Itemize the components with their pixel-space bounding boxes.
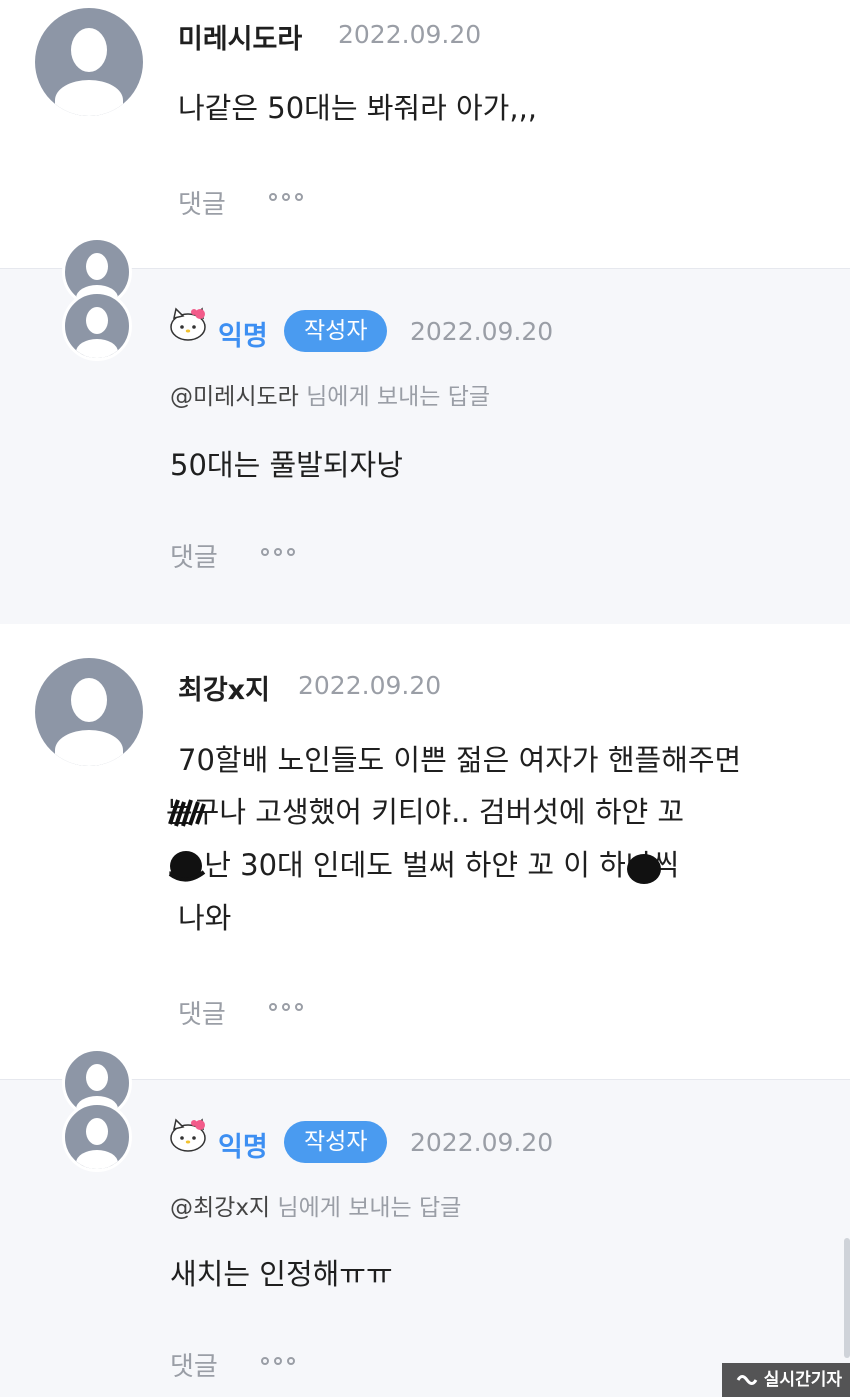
scrollbar[interactable] [844,1238,850,1358]
comment-item: 최강x지 2022.09.20 70할배 노인들도 이쁜 젊은 여자가 핸플해주… [0,624,850,1079]
comment-thread: 미레시도라 2022.09.20 나같은 50대는 봐줘라 아가,,, 댓글 익… [0,0,850,1397]
comment-author[interactable]: 익명 [218,1125,268,1164]
mention-suffix: 님에게 보내는 답글 [298,384,491,410]
comment-author[interactable]: 미레시도라 [178,17,302,56]
comment-text: 나같은 50대는 봐줘라 아가,,, [178,91,538,125]
mention-suffix: 님에게 보내는 답글 [270,1195,462,1221]
comment-date: 2022.09.20 [410,317,554,346]
reply-button[interactable]: 댓글 [178,184,226,221]
hello-kitty-icon [170,1118,206,1152]
mention-line: @최강x지 님에게 보내는 답글 [170,1188,461,1222]
avatar-body-shape [55,730,123,766]
avatar-body-shape [76,339,118,358]
censor-scribble [168,799,206,827]
comment-text: 새치는 인정해ㅠㅠ [170,1257,393,1291]
avatar-head-shape [86,1118,108,1145]
watermark: 실시간기자 [721,1363,850,1397]
reply-button[interactable]: 댓글 [170,1346,218,1383]
reply-item: 익명 작성자 2022.09.20 @최강x지 님에게 보내는 답글 새치는 인… [0,1048,850,1397]
author-badge: 작성자 [284,310,388,352]
avatar[interactable] [62,291,132,361]
comment-text-line: 는구나 고생했어 키티야.. 검버섯에 하얀 꼬 [166,795,685,829]
avatar[interactable] [35,8,143,116]
avatar-head-shape [71,678,107,722]
avatar-head-shape [86,307,108,334]
avatar[interactable] [35,658,143,766]
more-options-icon[interactable] [261,1346,295,1376]
comment-author[interactable]: 익명 [218,314,268,353]
avatar-head-shape [71,28,107,72]
comment-text-line: … 난 30대 인데도 벌써 하얀 꼬 이 하나씩 [166,848,680,882]
more-options-icon[interactable] [261,537,295,567]
comment-author[interactable]: 최강x지 [178,668,270,707]
comment-item: 미레시도라 2022.09.20 나같은 50대는 봐줘라 아가,,, 댓글 [0,0,850,268]
mention-user[interactable]: @최강x지 [170,1195,270,1221]
censor-scribble [627,854,661,884]
watermark-logo-icon [736,1375,758,1385]
author-badge: 작성자 [284,1121,388,1163]
comment-text-line: 나와 [178,901,232,935]
comment-text-line: 70할배 노인들도 이쁜 젊은 여자가 핸플해주면 [178,743,742,777]
comment-date: 2022.09.20 [410,1128,554,1157]
mention-line: @미레시도라 님에게 보내는 답글 [170,377,490,411]
reply-button[interactable]: 댓글 [170,537,218,574]
comment-date: 2022.09.20 [298,671,442,700]
comment-date: 2022.09.20 [338,20,482,49]
avatar-head-shape [86,253,108,280]
reply-item: 익명 작성자 2022.09.20 @미레시도라 님에게 보내는 답글 50대는… [0,237,850,624]
reply-button[interactable]: 댓글 [178,994,226,1031]
avatar-body-shape [55,80,123,116]
hello-kitty-icon [170,307,206,341]
comment-text: 50대는 풀발되자낭 [170,448,403,482]
avatar-head-shape [86,1064,108,1091]
avatar[interactable] [62,1102,132,1172]
mention-user[interactable]: @미레시도라 [170,384,299,410]
more-options-icon[interactable] [269,182,303,212]
censor-scribble [168,851,206,882]
watermark-text: 실시간기자 [763,1370,842,1390]
more-options-icon[interactable] [269,992,303,1022]
avatar-body-shape [76,1150,118,1169]
